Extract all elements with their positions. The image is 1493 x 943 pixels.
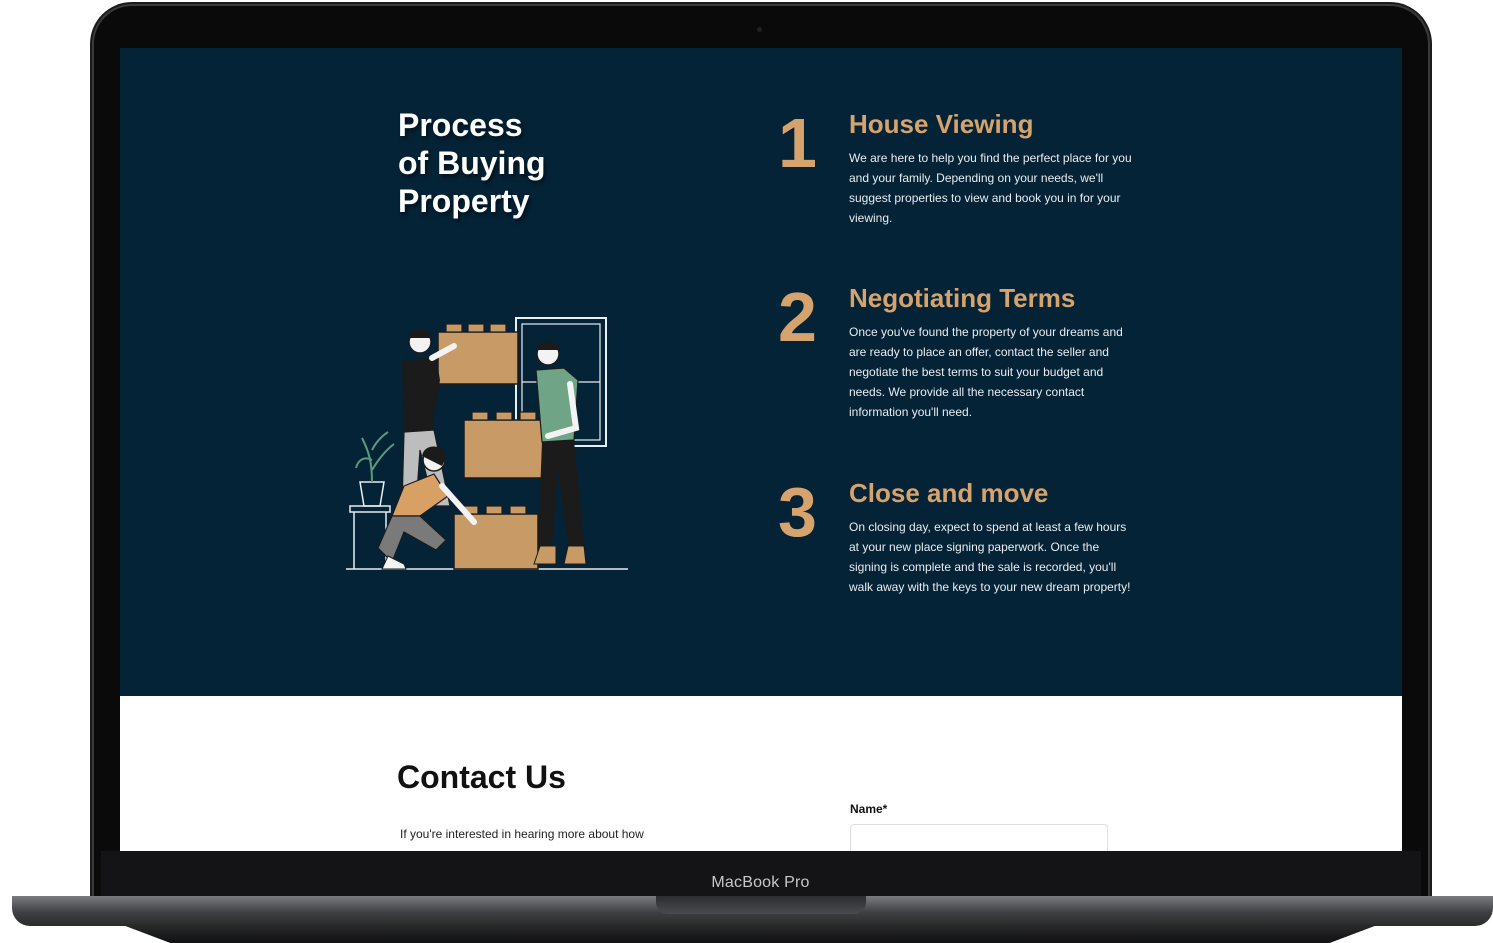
step-description: Once you've found the property of your d…: [849, 325, 1123, 419]
step-number: 3: [778, 473, 817, 551]
process-section: Process of Buying Property 1 House Viewi…: [120, 48, 1402, 696]
step-title: Negotiating Terms: [849, 283, 1076, 313]
camera-icon: [757, 27, 762, 32]
step-description: We are here to help you find the perfect…: [849, 151, 1132, 225]
browser-viewport: Process of Buying Property 1 House Viewi…: [120, 48, 1402, 851]
step-number: 1: [778, 104, 817, 182]
name-field-label: Name*: [850, 802, 888, 816]
process-title-line: of Buying: [398, 145, 546, 181]
laptop-open-notch: [656, 896, 866, 914]
step-title: House Viewing: [849, 109, 1034, 139]
process-title-line: Property: [398, 183, 530, 219]
process-title: Process of Buying Property: [398, 106, 658, 220]
step-title: Close and move: [849, 478, 1049, 508]
laptop-base-shadow: [120, 924, 1380, 943]
people-moving-boxes-illustration: [346, 317, 628, 570]
contact-section: Contact Us If you're interested in heari…: [120, 696, 1402, 851]
contact-title: Contact Us: [397, 759, 566, 795]
device-model-label: MacBook Pro: [711, 874, 810, 891]
process-title-line: Process: [398, 107, 523, 143]
name-field[interactable]: [850, 824, 1108, 851]
step-number: 2: [778, 278, 817, 356]
step-description: On closing day, expect to spend at least…: [849, 520, 1131, 594]
contact-intro: If you're interested in hearing more abo…: [400, 827, 644, 841]
